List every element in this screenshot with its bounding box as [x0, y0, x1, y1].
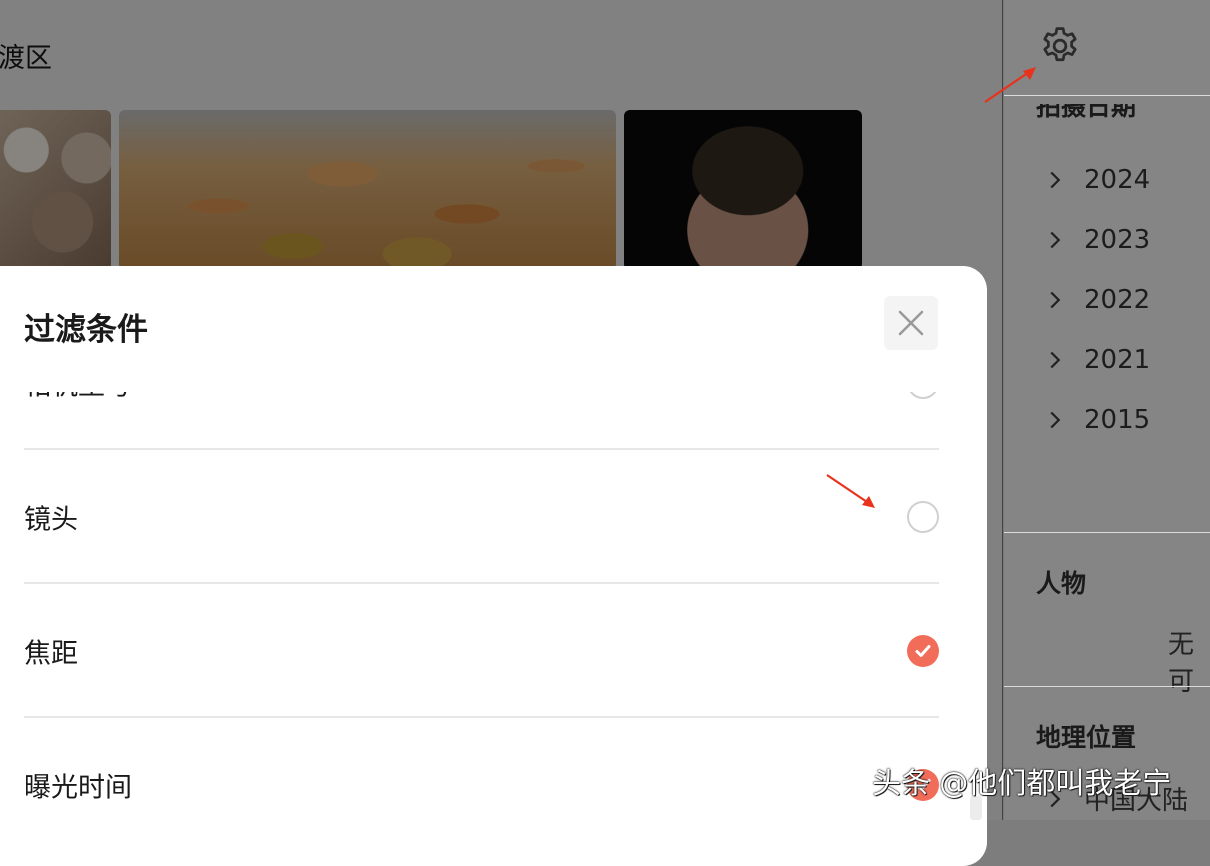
annotation-arrow-icon	[984, 67, 1036, 103]
filter-option-row[interactable]: 曝光时间	[24, 718, 939, 820]
modal-title: 过滤条件	[24, 312, 148, 348]
year-item-2022[interactable]: 2022	[1040, 280, 1150, 320]
filter-option-row[interactable]: 镜头	[24, 450, 939, 584]
filter-option-label: 曝光时间	[24, 772, 132, 804]
filter-option-checkbox[interactable]	[907, 501, 939, 533]
year-label: 2024	[1084, 165, 1151, 195]
chevron-right-icon	[1050, 231, 1061, 249]
sidebar-divider	[1004, 532, 1210, 533]
chevron-right-icon	[1050, 411, 1061, 429]
filter-option-row[interactable]: 焦距	[24, 584, 939, 718]
filter-option-label: 镜头	[24, 504, 78, 536]
close-icon	[898, 310, 924, 336]
year-label: 2023	[1084, 225, 1151, 255]
annotation-arrow-icon	[826, 474, 875, 508]
gear-icon[interactable]	[1038, 24, 1082, 68]
watermark-text: 头条 @他们都叫我老宁	[872, 766, 1172, 800]
year-item-2024[interactable]: 2024	[1040, 160, 1150, 200]
photo-thumbnail-seafood[interactable]	[0, 110, 111, 270]
scroll-fade	[0, 380, 987, 392]
year-item-2023[interactable]: 2023	[1040, 220, 1150, 260]
filter-options-list[interactable]: 相机型号 镜头 焦距 曝光时间	[0, 380, 987, 820]
year-item-2021[interactable]: 2021	[1040, 340, 1150, 380]
checkmark-icon	[915, 645, 931, 657]
year-label: 2022	[1084, 285, 1151, 315]
chevron-right-icon	[1050, 351, 1061, 369]
photo-thumbnail-shrimp[interactable]	[119, 110, 616, 270]
year-label: 2021	[1084, 345, 1151, 375]
sidebar-divider	[1004, 686, 1210, 687]
chevron-right-icon	[1050, 171, 1061, 189]
shoot-date-heading: 拍摄日期	[1036, 104, 1137, 121]
close-button[interactable]	[884, 296, 938, 350]
chevron-right-icon	[1050, 291, 1061, 309]
filter-option-label: 焦距	[24, 638, 78, 670]
year-label: 2015	[1084, 405, 1151, 435]
year-item-2015[interactable]: 2015	[1040, 400, 1150, 440]
people-heading: 人物	[1036, 569, 1087, 598]
geo-location-heading: 地理位置	[1036, 723, 1137, 752]
location-title: 渡区	[0, 43, 52, 74]
filter-option-checkbox[interactable]	[907, 635, 939, 667]
photo-thumbnail-portrait[interactable]	[624, 110, 862, 270]
